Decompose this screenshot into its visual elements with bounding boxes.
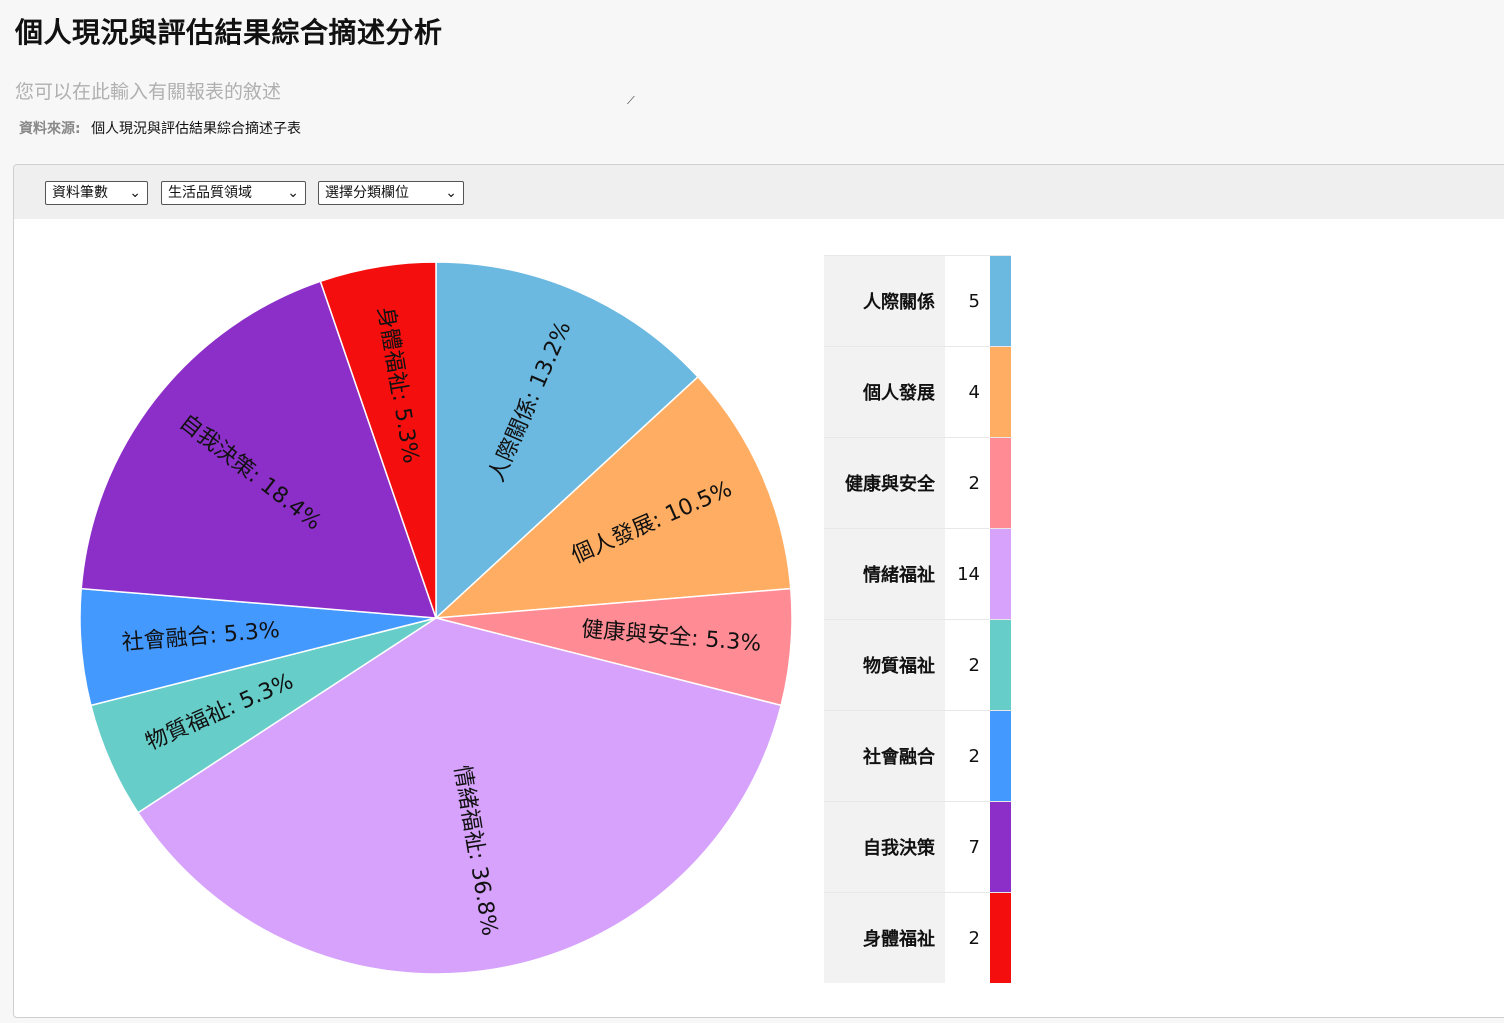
description-placeholder: 您可以在此輸入有關報表的敘述: [15, 81, 282, 103]
legend-swatch: [990, 801, 1011, 893]
legend-value: 14: [945, 528, 990, 620]
legend-value: 2: [945, 710, 990, 802]
source-value: 個人現況與評估結果綜合摘述子表: [91, 121, 302, 137]
legend-row[interactable]: 社會融合 2: [824, 710, 1011, 802]
legend-swatch: [990, 619, 1011, 711]
legend-swatch: [990, 437, 1011, 529]
chart-legend: 人際關係 5 個人發展 4 健康與安全 2 情緒福祉 14 物質福祉 2 社會融合 2 自我決策 7 身體福…: [824, 255, 1011, 983]
description-textarea[interactable]: 您可以在此輸入有關報表的敘述 ⟋: [15, 76, 637, 108]
legend-label: 人際關係: [824, 255, 945, 347]
legend-value: 4: [945, 346, 990, 438]
legend-label: 物質福祉: [824, 619, 945, 711]
legend-swatch: [990, 710, 1011, 802]
pie-chart: 人際關係: 13.2%個人發展: 10.5%健康與安全: 5.3%情緒福祉: 3…: [79, 261, 793, 975]
legend-row[interactable]: 個人發展 4: [824, 346, 1011, 438]
legend-value: 2: [945, 892, 990, 983]
legend-swatch: [990, 892, 1011, 983]
legend-row[interactable]: 人際關係 5: [824, 255, 1011, 347]
chart-panel: 資料筆數 ⌄ 生活品質領域 ⌄ 選擇分類欄位 ⌄ 人際關係: 13.2% 個人發展…: [13, 164, 1504, 1018]
legend-swatch: [990, 528, 1011, 620]
legend-row[interactable]: 健康與安全 2: [824, 437, 1011, 529]
legend-row[interactable]: 自我決策 7: [824, 801, 1011, 893]
legend-label: 個人發展: [824, 346, 945, 438]
legend-label: 身體福祉: [824, 892, 945, 983]
legend-value: 7: [945, 801, 990, 893]
legend-row[interactable]: 情緒福祉 14: [824, 528, 1011, 620]
legend-value: 2: [945, 437, 990, 529]
legend-swatch: [990, 255, 1011, 347]
page-title: 個人現況與評估結果綜合摘述分析: [15, 16, 443, 49]
legend-row[interactable]: 物質福祉 2: [824, 619, 1011, 711]
legend-label: 自我決策: [824, 801, 945, 893]
legend-value: 2: [945, 619, 990, 711]
legend-swatch: [990, 346, 1011, 438]
source-label: 資料來源:: [19, 121, 81, 137]
legend-label: 情緒福祉: [824, 528, 945, 620]
legend-label: 社會融合: [824, 710, 945, 802]
legend-value: 5: [945, 255, 990, 347]
data-source: 資料來源: 個人現況與評估結果綜合摘述子表: [19, 119, 301, 139]
resize-handle-icon[interactable]: ⟋: [627, 95, 637, 106]
legend-row[interactable]: 身體福祉 2: [824, 892, 1011, 983]
legend-label: 健康與安全: [824, 437, 945, 529]
